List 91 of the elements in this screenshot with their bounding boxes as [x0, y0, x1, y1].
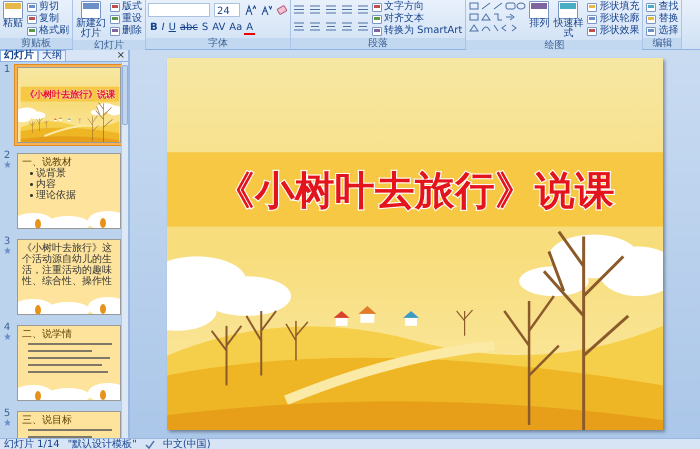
thumbnail-title: 一、说教材	[22, 157, 73, 168]
scrollbar[interactable]	[121, 62, 128, 438]
ribbon-button[interactable]: 转换为 SmartArt	[371, 25, 464, 37]
close-button[interactable]: ×	[114, 50, 128, 61]
format-button[interactable]: B	[148, 21, 160, 35]
thumbnail-title: 三、说目标	[22, 415, 73, 426]
ribbon-button[interactable]: 查找	[645, 1, 680, 13]
pane-tab[interactable]: 大纲	[38, 50, 66, 61]
slide-thumbnail[interactable]: 一、说教材 说背景 内容 理论依据	[14, 150, 121, 232]
slide-number: 2	[2, 150, 12, 161]
slide-thumbnail[interactable]: 二、说学情	[14, 322, 121, 404]
group-label: 段落	[291, 38, 466, 49]
ribbon-button[interactable]: 格式刷	[26, 25, 70, 37]
thumbnail-text: 《小树叶去旅行》这个活动源自幼儿的生活，注重活动的趣味性、综合性、操作性	[22, 243, 113, 287]
group-label: 编辑	[643, 38, 682, 49]
slide-title: 《小树叶去旅行》说课	[215, 168, 615, 214]
ribbon-button[interactable]: 快速样式	[552, 1, 584, 39]
format-button[interactable]: U	[166, 21, 178, 35]
document-icon	[372, 2, 382, 12]
thumbnail-bullet: 说背景	[36, 168, 66, 179]
ribbon-button[interactable]: 对齐文本	[371, 13, 464, 25]
ribbon-button[interactable]: 删除	[109, 25, 143, 37]
star-icon	[4, 419, 10, 426]
document-icon	[372, 26, 382, 36]
document-icon	[529, 1, 550, 19]
format-button[interactable]: I	[160, 21, 167, 35]
format-button[interactable]: abc	[178, 21, 200, 35]
group-label: 幻灯片	[73, 40, 145, 51]
document-icon	[646, 14, 656, 24]
eraser-icon	[276, 4, 288, 16]
format-button[interactable]: S	[200, 21, 210, 35]
group-label: 绘图	[466, 40, 642, 51]
align-center-icon	[309, 21, 321, 32]
format-button[interactable]: AV	[210, 21, 228, 35]
slide-number: 3	[2, 236, 12, 247]
document-icon	[646, 26, 656, 36]
document-icon	[587, 26, 598, 36]
star-icon	[4, 247, 10, 254]
group-label: 剪贴板	[0, 38, 72, 49]
thumbnail-title: 二、说学情	[22, 329, 73, 340]
theme-name: "默认设计模板"	[68, 438, 137, 449]
grow-font-icon	[244, 4, 256, 16]
star-icon	[4, 333, 10, 340]
star-icon	[4, 161, 10, 168]
ribbon-button[interactable]: 形状效果	[586, 25, 640, 37]
slide-thumbnail[interactable]: 三、说目标	[14, 408, 121, 438]
format-button[interactable]: A	[244, 21, 256, 35]
bullet-icon	[30, 183, 33, 186]
font-name-field[interactable]	[148, 3, 210, 17]
document-icon	[27, 2, 37, 12]
document-icon	[587, 2, 598, 12]
slide-title: 《小树叶去旅行》说课	[25, 90, 115, 101]
document-icon	[587, 14, 598, 24]
thumbnail-bullet: 理论依据	[36, 190, 76, 201]
format-button[interactable]: Aa	[227, 21, 244, 35]
ribbon-button[interactable]: 粘贴	[2, 1, 24, 29]
ribbon-button[interactable]: 形状轮廓	[586, 13, 640, 25]
shrink-font-icon	[260, 4, 272, 16]
slide-number: 5	[2, 408, 12, 419]
document-icon	[81, 1, 101, 19]
document-icon	[27, 26, 37, 36]
group-label: 字体	[146, 38, 290, 49]
bullet-icon	[30, 172, 33, 175]
document-icon	[3, 1, 23, 19]
slide-thumbnail[interactable]: 《小树叶去旅行》这个活动源自幼儿的生活，注重活动的趣味性、综合性、操作性	[14, 236, 121, 318]
ribbon-button[interactable]: 复制	[26, 13, 70, 25]
bullet-icon	[30, 194, 33, 197]
slide-number: 4	[2, 322, 12, 333]
language-label: 中文(中国)	[162, 438, 211, 449]
pane-tab[interactable]: 幻灯片	[0, 50, 38, 61]
document-icon	[27, 14, 37, 24]
slide-counter: 幻灯片 1/14	[4, 438, 60, 449]
ribbon-button[interactable]: 重设	[109, 13, 143, 25]
slide-number: 1	[2, 64, 12, 75]
ribbon-button[interactable]: 形状填充	[586, 1, 640, 13]
ribbon-button[interactable]: 排列	[528, 1, 550, 29]
ribbon-button[interactable]: 替换	[645, 13, 680, 25]
document-icon	[372, 14, 382, 24]
ribbon-button[interactable]: 新建幻灯片	[75, 1, 107, 39]
spellcheck-icon	[144, 440, 155, 448]
thumbnail-bullet: 内容	[36, 179, 56, 190]
ribbon-button[interactable]: 版式	[109, 1, 143, 13]
document-icon	[110, 2, 120, 12]
ribbon-button[interactable]: 文字方向	[371, 1, 464, 13]
document-icon	[558, 1, 578, 19]
font-size-field[interactable]: 24	[214, 3, 240, 17]
ribbon-button[interactable]: 选择	[645, 25, 680, 37]
ribbon-button[interactable]: 剪切	[26, 1, 70, 13]
document-icon	[110, 14, 120, 24]
document-icon	[110, 26, 120, 36]
document-icon	[646, 2, 656, 12]
